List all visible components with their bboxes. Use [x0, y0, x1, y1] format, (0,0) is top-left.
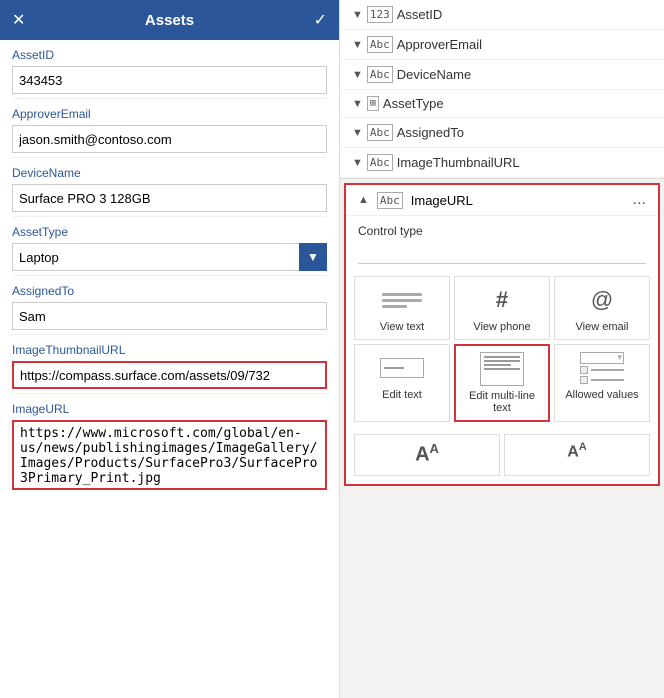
- field-label-assignedto: AssignedTo: [12, 284, 327, 298]
- control-label-viewtext: View text: [380, 321, 424, 333]
- field-group-imageurl: ImageURL https://www.microsoft.com/globa…: [0, 394, 339, 497]
- chevron-icon-devicename: ▼: [352, 69, 363, 81]
- field-group-imagethumbnailurl: ImageThumbnailURL: [0, 335, 339, 393]
- field-group-devicename: DeviceName: [0, 158, 339, 216]
- field-input-devicename[interactable]: [12, 184, 327, 212]
- control-item-allowedvalues[interactable]: Allowed values: [554, 344, 650, 422]
- list-item-imagethumbnailurl[interactable]: ▼ Abc ImageThumbnailURL: [340, 148, 664, 178]
- chevron-icon-imagethumbnailurl: ▼: [352, 157, 363, 169]
- field-label-devicename: DeviceName: [12, 166, 327, 180]
- control-label-editmultiline: Edit multi-line text: [460, 390, 544, 414]
- control-label-viewemail: View email: [576, 321, 629, 333]
- field-label-imagethumbnailurl: ImageThumbnailURL: [12, 343, 327, 357]
- left-content: AssetID ApproverEmail DeviceName AssetTy…: [0, 40, 339, 698]
- field-name-assetid: AssetID: [397, 7, 443, 22]
- list-item-assignedto[interactable]: ▼ Abc AssignedTo: [340, 118, 664, 148]
- control-grid: View text # View phone @ View email: [346, 272, 658, 430]
- more-options-icon[interactable]: ...: [633, 191, 646, 209]
- list-item-assettype[interactable]: ▼ ⊞ AssetType: [340, 90, 664, 118]
- viewphone-icon: #: [474, 283, 530, 317]
- left-panel: ✕ Assets ✓ AssetID ApproverEmail DeviceN…: [0, 0, 340, 698]
- viewemail-icon: @: [574, 283, 630, 317]
- field-input-imageurl[interactable]: https://www.microsoft.com/global/en-us/n…: [12, 420, 327, 490]
- editmultiline-icon: [474, 352, 530, 386]
- control-item-viewtext[interactable]: View text: [354, 276, 450, 340]
- field-label-assettype: AssetType: [12, 225, 327, 239]
- control-label-viewphone: View phone: [473, 321, 530, 333]
- field-name-assettype: AssetType: [383, 96, 444, 111]
- chevron-icon-assetid: ▼: [352, 9, 363, 21]
- expanded-field-name: ImageURL: [411, 193, 473, 208]
- field-group-assettype: AssetType Laptop Desktop Tablet Phone ▼: [0, 217, 339, 275]
- panel-title: Assets: [145, 12, 194, 29]
- right-panel: ▼ 123 AssetID ▼ Abc ApproverEmail ▼ Abc …: [340, 0, 664, 698]
- chevron-icon-assettype: ▼: [352, 98, 363, 110]
- select-assettype[interactable]: Laptop Desktop Tablet Phone: [12, 243, 327, 271]
- list-item-devicename[interactable]: ▼ Abc DeviceName: [340, 60, 664, 90]
- field-input-imagethumbnailurl[interactable]: [12, 361, 327, 389]
- list-item-assetid[interactable]: ▼ 123 AssetID: [340, 0, 664, 30]
- expanded-header-left: ▲ Abc ImageURL: [358, 192, 473, 209]
- font-small-icon: AA: [567, 441, 587, 461]
- control-label-edittext: Edit text: [382, 389, 422, 401]
- type-icon-approveremail: Abc: [367, 36, 393, 53]
- expanded-header: ▲ Abc ImageURL ...: [346, 185, 658, 216]
- font-item-large[interactable]: AA: [354, 434, 500, 476]
- chevron-icon-approveremail: ▼: [352, 39, 363, 51]
- control-type-label: Control type: [358, 224, 646, 238]
- field-input-assignedto[interactable]: [12, 302, 327, 330]
- close-icon[interactable]: ✕: [12, 10, 25, 30]
- left-header: ✕ Assets ✓: [0, 0, 339, 40]
- field-input-assetid[interactable]: [12, 66, 327, 94]
- field-input-approveremail[interactable]: [12, 125, 327, 153]
- field-group-approveremail: ApproverEmail: [0, 99, 339, 157]
- font-item-small[interactable]: AA: [504, 434, 650, 476]
- field-name-approveremail: ApproverEmail: [397, 37, 482, 52]
- chevron-expanded-icon[interactable]: ▲: [358, 194, 369, 206]
- control-item-viewemail[interactable]: @ View email: [554, 276, 650, 340]
- right-fields-list: ▼ 123 AssetID ▼ Abc ApproverEmail ▼ Abc …: [340, 0, 664, 179]
- expanded-section-imageurl: ▲ Abc ImageURL ... Control type: [344, 183, 660, 486]
- allowedvalues-icon: [574, 351, 630, 385]
- field-name-imagethumbnailurl: ImageThumbnailURL: [397, 155, 520, 170]
- type-icon-assignedto: Abc: [367, 124, 393, 141]
- control-item-editmultiline[interactable]: Edit multi-line text: [454, 344, 550, 422]
- field-label-approveremail: ApproverEmail: [12, 107, 327, 121]
- viewtext-icon: [374, 283, 430, 317]
- field-group-assignedto: AssignedTo: [0, 276, 339, 334]
- select-wrapper-assettype: Laptop Desktop Tablet Phone ▼: [12, 243, 327, 271]
- field-label-imageurl: ImageURL: [12, 402, 327, 416]
- control-type-section: Control type: [346, 216, 658, 272]
- control-type-input[interactable]: [358, 244, 646, 264]
- field-name-devicename: DeviceName: [397, 67, 471, 82]
- edittext-icon: [374, 351, 430, 385]
- type-icon-devicename: Abc: [367, 66, 393, 83]
- control-item-viewphone[interactable]: # View phone: [454, 276, 550, 340]
- control-item-edittext[interactable]: Edit text: [354, 344, 450, 422]
- type-icon-imagethumbnailurl: Abc: [367, 154, 393, 171]
- type-icon-assettype: ⊞: [367, 96, 379, 111]
- font-large-icon: AA: [415, 441, 439, 467]
- field-group-assetid: AssetID: [0, 40, 339, 98]
- chevron-icon-assignedto: ▼: [352, 127, 363, 139]
- field-name-assignedto: AssignedTo: [397, 125, 464, 140]
- list-item-approveremail[interactable]: ▼ Abc ApproverEmail: [340, 30, 664, 60]
- font-row: AA AA: [346, 430, 658, 484]
- type-icon-imageurl: Abc: [377, 192, 403, 209]
- check-icon[interactable]: ✓: [314, 10, 327, 30]
- field-label-assetid: AssetID: [12, 48, 327, 62]
- type-icon-assetid: 123: [367, 6, 393, 23]
- control-label-allowedvalues: Allowed values: [565, 389, 638, 401]
